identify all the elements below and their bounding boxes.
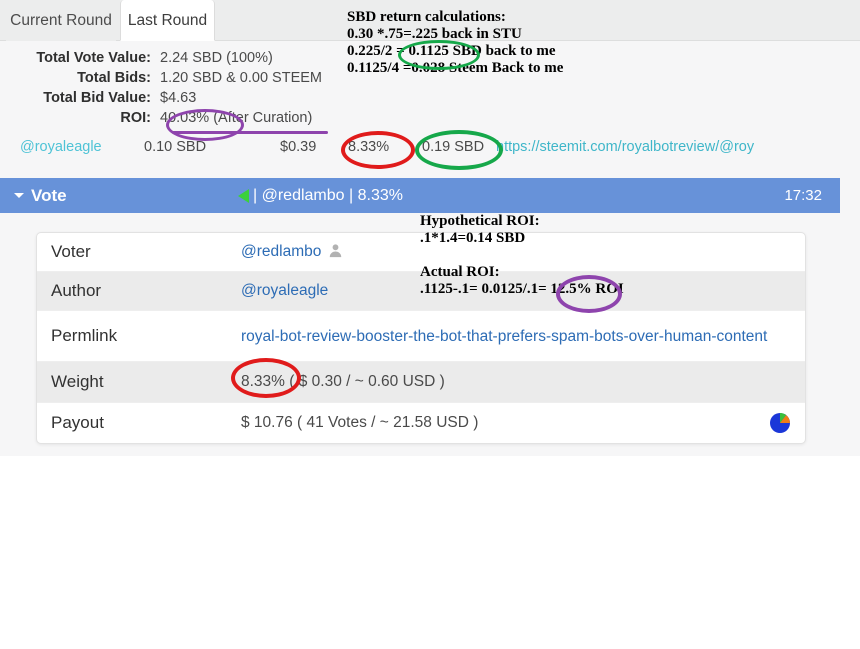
row-label-voter: Voter — [51, 242, 91, 261]
permlink-link[interactable]: royal-bot-review-booster-the-bot-that-pr… — [241, 326, 767, 347]
table-row: Weight 8.33% ( $ 0.30 / ~ 0.60 USD ) — [37, 362, 805, 403]
tab-current-round[interactable]: Current Round — [6, 0, 116, 41]
vote-timestamp: 17:32 — [784, 187, 822, 204]
author-account-link[interactable]: @royaleagle — [241, 282, 328, 299]
row-label-weight: Weight — [51, 372, 104, 391]
tab-last-round[interactable]: Last Round — [120, 0, 215, 41]
bid-amount: 0.10 SBD — [144, 139, 207, 155]
stat-label: Total Bid Value: — [43, 90, 151, 106]
stat-value: 1.20 SBD & 0.00 STEEM — [160, 70, 322, 86]
row-value-payout: $ 10.76 ( 41 Votes / ~ 21.58 USD ) — [241, 414, 479, 431]
stat-value: 40.03% (After Curation) — [160, 110, 313, 126]
bid-usd-value: $0.39 — [280, 139, 317, 155]
vote-summary: | @redlambo | 8.33% — [238, 178, 403, 213]
vote-summary-text: | @redlambo | 8.33% — [253, 187, 403, 204]
row-label-payout: Payout — [51, 413, 104, 432]
stat-row-total-bid-value: Total Bid Value: $4.63 — [0, 88, 340, 108]
stat-label: ROI: — [120, 110, 151, 126]
stat-row-roi: ROI: 40.03% (After Curation) — [0, 108, 340, 128]
bid-sbd-return: 0.19 SBD — [422, 139, 485, 155]
stat-row-total-bids: Total Bids: 1.20 SBD & 0.00 STEEM — [0, 68, 340, 88]
pie-chart-icon[interactable] — [769, 412, 791, 434]
bid-post-url-link[interactable]: https://steemit.com/royalbotreview/@roy — [496, 136, 754, 158]
summary-stats: Total Vote Value: 2.24 SBD (100%) Total B… — [0, 48, 340, 128]
vote-header-bar[interactable]: Vote | @redlambo | 8.33% 17:32 — [0, 178, 840, 213]
bid-row: @royaleagle 0.10 SBD $0.39 8.33% 0.19 SB… — [0, 136, 860, 158]
bid-percent: 8.33% — [348, 139, 390, 155]
stat-value: 2.24 SBD (100%) — [160, 50, 273, 66]
annotation-actual-roi: Actual ROI: .1125-.1= 0.0125/.1= 12.5% R… — [420, 264, 624, 297]
table-row: Payout $ 10.76 ( 41 Votes / ~ 21.58 USD … — [37, 403, 805, 443]
stat-value: $4.63 — [160, 90, 197, 106]
row-value-permlink: royal-bot-review-booster-the-bot-that-pr… — [241, 316, 805, 357]
row-value-weight: 8.33% ( $ 0.30 / ~ 0.60 USD ) — [241, 373, 445, 390]
bid-account-link[interactable]: @royaleagle — [20, 136, 102, 158]
green-left-arrow-icon — [238, 189, 249, 203]
annotation-underline-roi — [172, 131, 328, 134]
person-avatar-icon — [328, 243, 343, 258]
voter-account-link[interactable]: @redlambo — [241, 243, 321, 260]
stat-label: Total Vote Value: — [36, 50, 151, 66]
caret-down-icon — [14, 193, 24, 198]
table-row: Permlink royal-bot-review-booster-the-bo… — [37, 311, 805, 362]
row-label-author: Author — [51, 281, 102, 300]
row-label-permlink: Permlink — [51, 326, 118, 345]
annotation-sbd-return-calculations: SBD return calculations: 0.30 *.75=.225 … — [347, 9, 564, 76]
annotation-hypothetical-roi: Hypothetical ROI: .1*1.4=0.14 SBD — [420, 213, 540, 246]
stat-row-total-vote-value: Total Vote Value: 2.24 SBD (100%) — [0, 48, 340, 68]
stat-label: Total Bids: — [77, 70, 151, 86]
vote-title: Vote — [31, 186, 67, 205]
